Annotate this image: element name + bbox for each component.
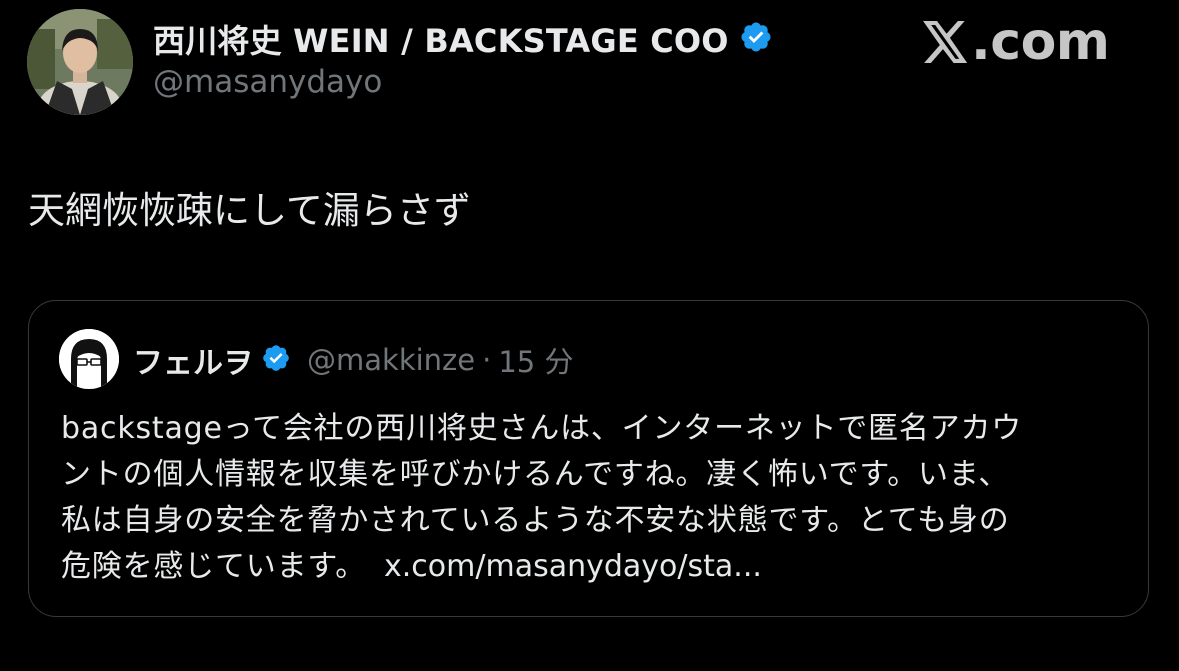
quote-author-avatar[interactable]	[59, 329, 119, 389]
author-name[interactable]: 西川将史 WEIN / BACKSTAGE COO	[153, 16, 729, 62]
verified-badge-icon	[261, 343, 291, 377]
quote-link[interactable]: x.com/masanydayo/sta...	[384, 549, 762, 584]
quote-body-line: 私は自身の安全を脅かされているような不安な状態です。とても身の	[61, 503, 1010, 538]
x-logo-domain: .com	[971, 12, 1110, 72]
quote-timestamp[interactable]: 15 分	[498, 339, 573, 381]
quote-body-line: 危険を感じています。	[61, 549, 366, 584]
x-logo: .com	[923, 12, 1110, 72]
quote-body: backstageって会社の西川将史さんは、インターネットで匿名アカウ ントの個…	[61, 406, 1123, 590]
quote-header: フェルヲ @makkinze · 15 分	[133, 338, 573, 382]
quote-author-handle[interactable]: @makkinze	[307, 343, 475, 377]
quote-body-line: backstageって会社の西川将史さんは、インターネットで匿名アカウ	[61, 411, 1023, 446]
author-handle[interactable]: @masanydayo	[153, 64, 382, 100]
author-name-row: 西川将史 WEIN / BACKSTAGE COO	[153, 16, 773, 62]
quote-body-last-line: 危険を感じています。 x.com/masanydayo/sta...	[61, 544, 1123, 590]
x-logo-icon	[923, 21, 968, 63]
quote-author-name[interactable]: フェルヲ	[133, 338, 253, 382]
quote-body-line: ントの個人情報を収集を呼びかけるんですね。凄く怖いです。いま、	[61, 457, 1010, 492]
tweet-text: 天網恢恢疎にして漏らさず	[28, 189, 471, 232]
quote-separator: ·	[482, 343, 492, 377]
author-avatar[interactable]	[27, 9, 133, 115]
verified-badge-icon	[739, 20, 773, 58]
quoted-tweet-card[interactable]: フェルヲ @makkinze · 15 分 backstageって会社の西川将史…	[28, 300, 1149, 617]
